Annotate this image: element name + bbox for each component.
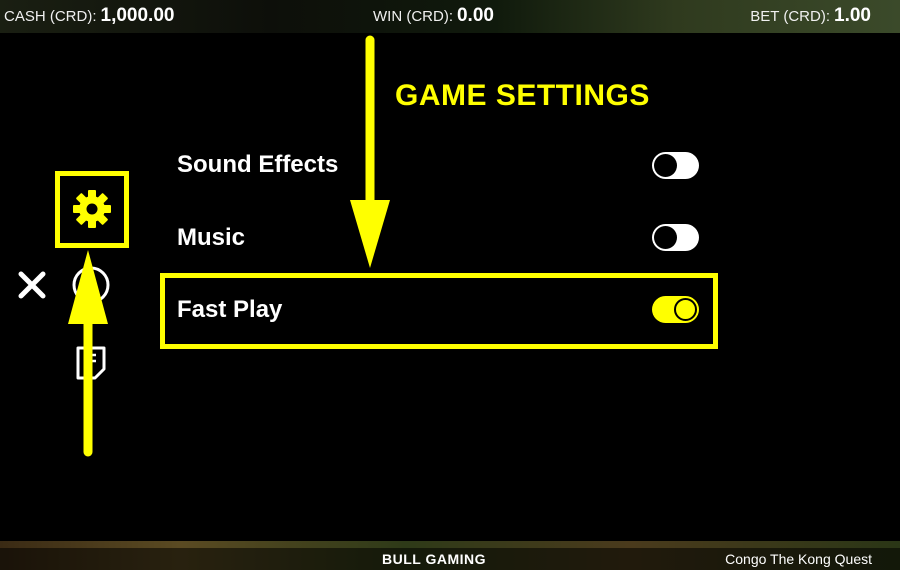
game-title-label: Congo The Kong Quest bbox=[725, 551, 872, 567]
annotation-arrows bbox=[68, 35, 390, 457]
up-arrow-head bbox=[68, 250, 108, 324]
down-arrow-head bbox=[350, 200, 390, 268]
brand-label: BULL GAMING bbox=[382, 551, 487, 567]
